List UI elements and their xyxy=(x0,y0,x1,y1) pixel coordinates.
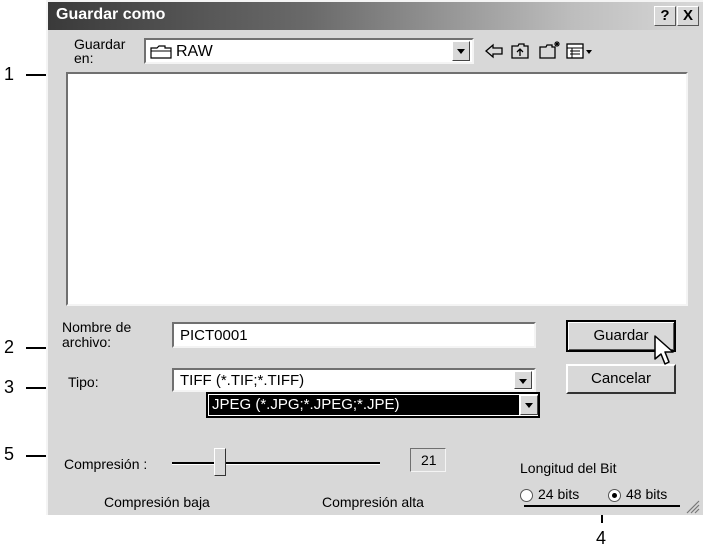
bit-48-radio[interactable] xyxy=(608,489,621,502)
bit-48-label[interactable]: 48 bits xyxy=(626,486,667,502)
callout-4: 4 xyxy=(596,528,607,548)
up-folder-icon[interactable] xyxy=(510,42,530,65)
filename-label-line1: Nombre de xyxy=(62,319,132,335)
type-option-dropdown-button[interactable] xyxy=(520,395,538,415)
folder-icon xyxy=(150,45,172,59)
bit-depth-label: Longitud del Bit xyxy=(520,460,617,476)
compression-slider-track[interactable] xyxy=(172,462,380,465)
type-option-text: JPEG (*.JPG;*.JPEG;*.JPE) xyxy=(212,396,400,413)
back-arrow-icon[interactable] xyxy=(484,42,504,65)
dialog-title: Guardar como xyxy=(56,6,166,23)
bit-24-radio[interactable] xyxy=(520,489,533,502)
save-in-label-line1: Guardar xyxy=(74,36,126,52)
filename-input[interactable]: PICT0001 xyxy=(172,322,536,348)
compression-value-box: 21 xyxy=(410,448,446,472)
filename-value: PICT0001 xyxy=(180,327,248,344)
compression-low-label: Compresión baja xyxy=(104,494,210,510)
callout-1: 1 xyxy=(4,64,15,84)
save-in-label: Guardar en: xyxy=(74,37,125,65)
file-list[interactable] xyxy=(66,72,688,306)
callout-3: 3 xyxy=(4,377,15,397)
type-dropdown-button[interactable] xyxy=(514,371,532,389)
bit-depth-underline xyxy=(524,505,680,507)
resize-grip-icon[interactable] xyxy=(684,498,700,519)
filename-label-line2: archivo: xyxy=(62,334,112,350)
compression-value: 21 xyxy=(421,452,437,468)
mouse-cursor-icon xyxy=(654,335,678,372)
compression-label: Compresión : xyxy=(64,456,148,472)
close-button[interactable]: X xyxy=(677,6,699,26)
type-label: Tipo: xyxy=(68,374,99,390)
bit-24-label[interactable]: 24 bits xyxy=(538,486,579,502)
save-in-dropdown-button[interactable] xyxy=(452,41,470,61)
callout-5: 5 xyxy=(4,444,15,464)
compression-slider-thumb[interactable] xyxy=(214,448,226,476)
title-bar: Guardar como ? X xyxy=(48,2,703,30)
save-in-label-line2: en: xyxy=(74,50,94,66)
save-as-dialog: Guardar como ? X Guardar en: RAW Nombre … xyxy=(46,0,703,515)
type-value: TIFF (*.TIF;*.TIFF) xyxy=(180,372,305,389)
type-dropdown-option[interactable]: JPEG (*.JPG;*.JPEG;*.JPE) xyxy=(206,392,540,418)
help-button[interactable]: ? xyxy=(654,6,676,26)
filename-label: Nombre de archivo: xyxy=(62,320,131,350)
save-in-dropdown[interactable]: RAW xyxy=(144,38,474,64)
callout-2: 2 xyxy=(4,337,15,357)
compression-high-label: Compresión alta xyxy=(322,494,424,510)
type-dropdown[interactable]: TIFF (*.TIF;*.TIFF) xyxy=(172,368,536,392)
new-folder-icon[interactable] xyxy=(538,40,562,65)
save-in-value: RAW xyxy=(176,43,213,60)
view-menu-icon[interactable] xyxy=(566,42,594,65)
